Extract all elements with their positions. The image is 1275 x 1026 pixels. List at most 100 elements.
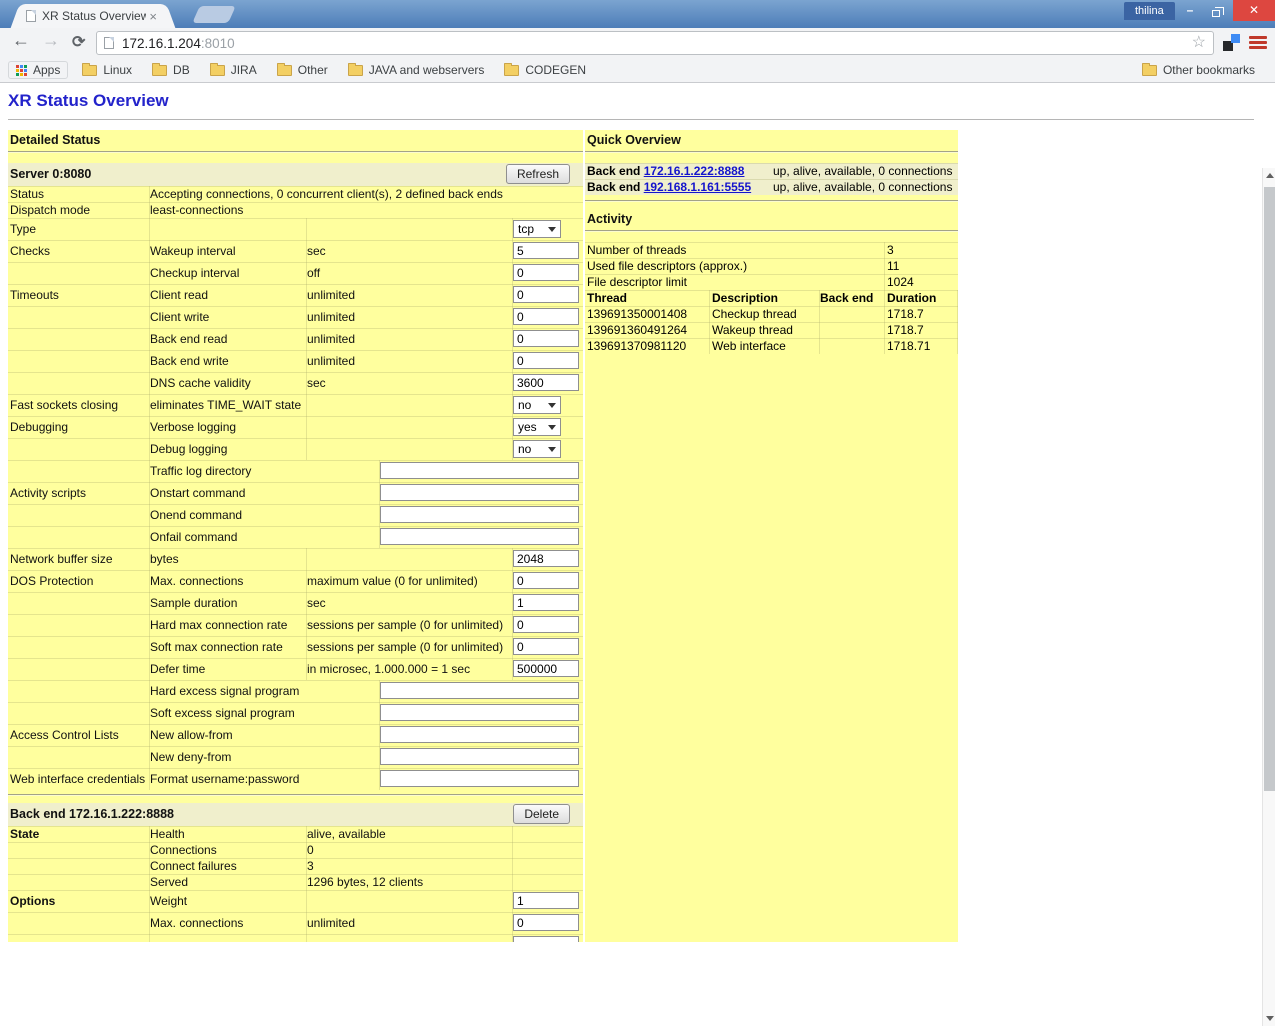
server-row-text-input[interactable]: [380, 682, 579, 699]
cell: [8, 842, 150, 858]
back-button[interactable]: ←: [12, 30, 30, 51]
backend-prefix: Back end: [587, 180, 644, 194]
server-row-value-input[interactable]: [513, 550, 579, 567]
backend-link[interactable]: 172.16.1.222:8888: [644, 164, 745, 178]
server-row-value-input[interactable]: [513, 308, 579, 325]
server-row-value-input[interactable]: [513, 286, 579, 303]
stat-value: 3: [887, 242, 894, 258]
server-row: Fast sockets closingeliminates TIME_WAIT…: [8, 394, 583, 416]
server-row-value-input[interactable]: [513, 594, 579, 611]
server-row-value-input[interactable]: [513, 660, 579, 677]
vertical-scrollbar[interactable]: [1262, 168, 1275, 1026]
server-row-text-input[interactable]: [380, 506, 579, 523]
thread-table-row: 139691370981120Web interface1718.71: [585, 338, 958, 354]
window-restore-button[interactable]: [1204, 0, 1228, 21]
browser-tab[interactable]: XR Status Overview ×: [22, 4, 164, 28]
server-row-select[interactable]: no: [513, 396, 561, 414]
server-row-value-input[interactable]: [513, 242, 579, 259]
backend-band: Back end 172.16.1.222:8888 Delete: [8, 803, 583, 826]
server-row-value-input[interactable]: [513, 264, 579, 281]
server-row-value-input[interactable]: [513, 572, 579, 589]
backend-label: Back end 192.168.1.161:5555: [587, 179, 751, 195]
profile-name-badge[interactable]: thilina: [1124, 2, 1175, 20]
bookmark-apps[interactable]: Apps: [8, 61, 68, 79]
backend-row-value-input[interactable]: [513, 936, 579, 942]
server-row-text-input[interactable]: [380, 770, 579, 787]
server-row-text-input[interactable]: [380, 528, 579, 545]
bookmark-label: CODEGEN: [525, 63, 586, 77]
window-minimize-button[interactable]: –: [1178, 0, 1202, 21]
server-row-text-input[interactable]: [380, 748, 579, 765]
cell: [8, 350, 150, 372]
cell: Max. connections: [150, 912, 307, 934]
cell: Web interface credentials: [8, 768, 150, 790]
delete-button[interactable]: Delete: [513, 804, 570, 824]
other-bookmarks-label: Other bookmarks: [1163, 63, 1255, 77]
scroll-up-arrow[interactable]: [1263, 168, 1275, 183]
detailed-status-panel: Detailed Status Server 0:8080 Refresh St…: [8, 130, 583, 942]
cell: [8, 372, 150, 394]
bookmark-star-icon[interactable]: ☆: [1192, 32, 1206, 54]
extension-icon[interactable]: [1223, 34, 1240, 51]
bookmark-folder-db[interactable]: DB: [152, 63, 190, 77]
server-row: Onend command: [8, 504, 583, 526]
bookmark-folder-jira[interactable]: JIRA: [210, 63, 257, 77]
server-row: Soft excess signal program: [8, 702, 583, 724]
page-icon: [104, 37, 114, 49]
backend-row-value-input[interactable]: [513, 914, 579, 931]
server-row: Access Control ListsNew allow-from: [8, 724, 583, 746]
server-row-text-input[interactable]: [380, 462, 579, 479]
cell: Access Control Lists: [8, 724, 150, 746]
scrollbar-thumb[interactable]: [1264, 187, 1275, 791]
window-close-button[interactable]: ✕: [1233, 0, 1275, 21]
server-row-value-input[interactable]: [513, 352, 579, 369]
server-row: Hard excess signal program: [8, 680, 583, 702]
stat-label: Number of threads: [587, 242, 885, 258]
cell: Served: [150, 874, 307, 890]
apps-grid-icon: [16, 65, 27, 76]
server-row-text-input[interactable]: [380, 484, 579, 501]
cell: unlimited: [307, 328, 513, 350]
server-row-value-input[interactable]: [513, 616, 579, 633]
reload-button[interactable]: ⟳: [72, 32, 85, 52]
bookmark-label: DB: [173, 63, 190, 77]
server-row-text-input[interactable]: [380, 704, 579, 721]
new-tab-button[interactable]: [192, 6, 236, 23]
bookmark-other-bookmarks[interactable]: Other bookmarks: [1142, 63, 1255, 77]
activity-stat-row: Used file descriptors (approx.)11: [585, 258, 958, 274]
refresh-button[interactable]: Refresh: [506, 164, 570, 184]
bookmark-folder-codegen[interactable]: CODEGEN: [504, 63, 586, 77]
server-row-text-input[interactable]: [380, 726, 579, 743]
cell: Timeouts: [8, 284, 150, 306]
cell: Format username:password: [150, 768, 380, 790]
chrome-menu-icon[interactable]: [1249, 36, 1267, 50]
cell: [8, 262, 150, 284]
address-bar[interactable]: 172.16.1.204:8010 ☆: [96, 31, 1214, 55]
cell: Soft max connection rate: [150, 636, 307, 658]
bookmark-folder-other[interactable]: Other: [277, 63, 328, 77]
server-row: ChecksWakeup intervalsec: [8, 240, 583, 262]
cell: Soft excess signal program: [150, 702, 380, 724]
tab-close-icon[interactable]: ×: [146, 9, 160, 24]
forward-button[interactable]: →: [42, 30, 60, 51]
cell: sec: [307, 372, 513, 394]
bookmark-folder-java-and-webservers[interactable]: JAVA and webservers: [348, 63, 485, 77]
thread-cell: 1718.71: [887, 338, 958, 354]
cell: [8, 504, 150, 526]
server-row-select[interactable]: no: [513, 440, 561, 458]
bookmarks-bar: Apps Linux DB JIRA Other JAVA and webservers…: [0, 58, 1275, 83]
cell: unlimited: [307, 350, 513, 372]
server-row-value-input[interactable]: [513, 330, 579, 347]
scroll-down-arrow[interactable]: [1263, 1011, 1275, 1026]
server-row-value-input[interactable]: [513, 374, 579, 391]
server-row-select[interactable]: yes: [513, 418, 561, 436]
bookmark-folder-linux[interactable]: Linux: [82, 63, 132, 77]
backend-link[interactable]: 192.168.1.161:5555: [644, 180, 751, 194]
server-row-select[interactable]: tcp: [513, 220, 561, 238]
stat-value: 1024: [887, 274, 914, 290]
cell: [307, 890, 513, 912]
cell: unlimited: [307, 306, 513, 328]
backend-row-value-input[interactable]: [513, 892, 579, 909]
server-row-value-input[interactable]: [513, 638, 579, 655]
cell: [8, 614, 150, 636]
